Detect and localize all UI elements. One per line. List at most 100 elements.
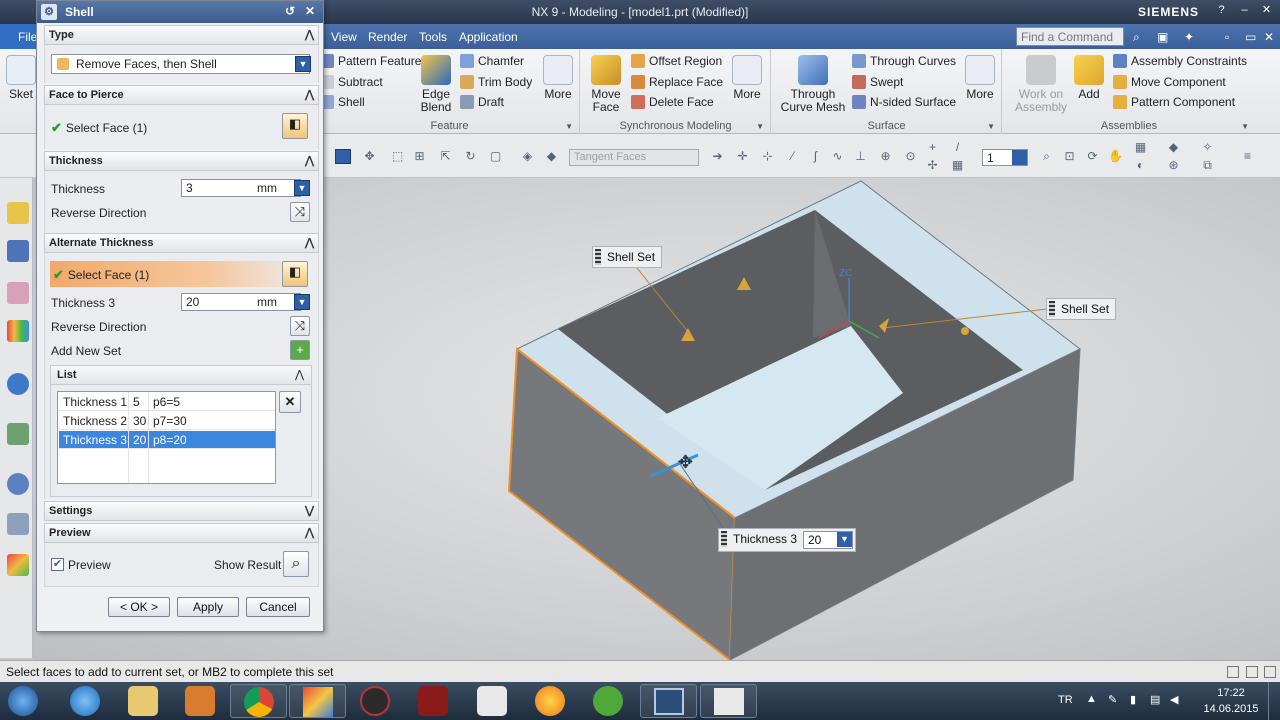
chrome-task[interactable] <box>230 684 287 718</box>
feature-more-button[interactable]: More <box>542 55 574 101</box>
volume-icon[interactable]: ◀ <box>1170 693 1178 706</box>
type-filter-dropdown[interactable] <box>335 149 351 164</box>
shell-set-callout-2[interactable]: Shell Set <box>1046 298 1117 320</box>
filter-icon[interactable]: ⊞ <box>412 149 427 164</box>
menu-application[interactable]: Application <box>459 30 518 44</box>
window-icon[interactable]: ▣ <box>1157 30 1168 44</box>
ok-button[interactable]: < OK > <box>108 597 170 617</box>
part-navigator-icon[interactable] <box>7 202 29 224</box>
center-icon[interactable]: ⊕ <box>878 149 893 164</box>
toggle-icon[interactable]: ✦ <box>1184 30 1194 44</box>
subtract-button[interactable]: Subtract <box>320 75 383 89</box>
delete-face-button[interactable]: Delete Face <box>631 95 714 109</box>
thickness-callout[interactable]: Thickness 3 20 ▼ <box>718 528 856 552</box>
intersect-icon[interactable]: ✢ <box>925 158 940 173</box>
add-component-button[interactable]: Add <box>1073 55 1105 101</box>
move-face-button[interactable]: Move Face <box>589 55 623 114</box>
arrow-icon[interactable]: ⇱ <box>438 149 453 164</box>
face-section-header[interactable]: Face to Pierce ⋀ <box>44 85 319 105</box>
through-curves-button[interactable]: Through Curves <box>852 54 956 68</box>
utorrent-icon[interactable] <box>593 686 623 716</box>
preview-checkbox[interactable]: ✔ <box>51 558 64 571</box>
vlc-icon[interactable] <box>535 686 565 716</box>
internet-explorer-icon[interactable] <box>70 686 100 716</box>
preview-section-header[interactable]: Preview ⋀ <box>44 523 319 543</box>
plus-icon[interactable]: + <box>925 140 940 155</box>
reuse-library-icon[interactable] <box>7 320 29 342</box>
thickness-spin-icon[interactable]: ▼ <box>294 180 310 196</box>
replace-face-button[interactable]: Replace Face <box>631 75 723 89</box>
face-select-row[interactable]: ✔ Select Face (1) <box>51 120 147 136</box>
zoom-icon[interactable]: ⌕ <box>1039 149 1054 164</box>
show-result-button[interactable]: ⌕ <box>283 551 309 577</box>
roles-icon[interactable] <box>7 554 29 576</box>
sync-more-button[interactable]: More <box>731 55 763 101</box>
orbit-icon[interactable]: ⟳ <box>1085 149 1100 164</box>
tray-expand-icon[interactable]: ▲ <box>1086 693 1097 705</box>
status-icon-2[interactable] <box>1246 666 1258 678</box>
grid-icon[interactable]: ⊹ <box>760 149 775 164</box>
process-studio-icon[interactable] <box>7 513 29 535</box>
cross-icon[interactable]: ✛ <box>735 149 750 164</box>
start-button-icon[interactable] <box>8 686 38 716</box>
close-doc-icon[interactable]: ✕ <box>1264 30 1274 44</box>
file-explorer-icon[interactable] <box>128 686 158 716</box>
body-select-icon[interactable]: ◆ <box>544 149 559 164</box>
history-icon[interactable] <box>7 423 29 445</box>
move-component-button[interactable]: Move Component <box>1113 75 1226 89</box>
nx-task[interactable] <box>289 684 346 718</box>
remove-row-button[interactable]: ✕ <box>279 391 301 413</box>
apply-button[interactable]: Apply <box>177 597 239 617</box>
maximize-icon[interactable]: ▭ <box>1245 30 1256 44</box>
camtasia-icon[interactable] <box>360 686 390 716</box>
type-dropdown-chevron-icon[interactable]: ▼ <box>295 56 311 72</box>
assemblies-group-chevron-icon[interactable]: ▼ <box>1241 122 1249 131</box>
type-dropdown[interactable]: Remove Faces, then Shell ▼ <box>51 54 311 74</box>
monitor-task[interactable] <box>640 684 697 718</box>
alt-face-select-row[interactable]: ✔ Select Face (1) <box>50 261 312 287</box>
cube-icon[interactable]: ◆ <box>1166 140 1181 155</box>
n-sided-surface-button[interactable]: N-sided Surface <box>852 95 956 109</box>
work-on-assembly-button[interactable]: Work on Assembly <box>1013 55 1069 114</box>
status-icon-1[interactable] <box>1227 666 1239 678</box>
box-select-icon[interactable]: ▢ <box>488 149 503 164</box>
clock-time[interactable]: 17:22 <box>1205 687 1257 699</box>
view-icon[interactable]: ⊛ <box>1166 158 1181 173</box>
grip-icon[interactable] <box>595 249 601 265</box>
sketch-button[interactable]: Sket <box>6 55 36 101</box>
tray-icon-1[interactable]: ✎ <box>1108 693 1117 706</box>
shade-icon[interactable]: ◐ <box>1133 158 1148 173</box>
flash-icon[interactable] <box>418 686 448 716</box>
surface-more-button[interactable]: More <box>964 55 996 101</box>
sync-group-chevron-icon[interactable]: ▼ <box>756 122 764 131</box>
web-browser-icon[interactable] <box>7 373 29 395</box>
status-icon-3[interactable] <box>1264 666 1276 678</box>
assembly-navigator-icon[interactable] <box>7 240 29 262</box>
through-curve-mesh-button[interactable]: Through Curve Mesh <box>780 55 846 114</box>
point-icon[interactable]: / <box>950 140 965 155</box>
layer-dropdown-chevron-icon[interactable] <box>1012 150 1027 165</box>
table-icon[interactable]: ▦ <box>950 158 965 173</box>
alt-thickness-input[interactable]: 20 mm <box>181 293 301 311</box>
restore-icon[interactable]: ▫ <box>1225 30 1229 44</box>
assembly-constraints-button[interactable]: Assembly Constraints <box>1113 54 1247 68</box>
alt-thickness-spin-icon[interactable]: ▼ <box>294 294 310 310</box>
list-section-header[interactable]: List ⋀ <box>50 365 312 385</box>
select-icon[interactable]: ⬚ <box>390 149 405 164</box>
clock-date[interactable]: 14.06.2015 <box>1201 703 1261 715</box>
fit-icon[interactable]: ⊡ <box>1062 149 1077 164</box>
swept-button[interactable]: Swept <box>852 75 903 89</box>
chamfer-button[interactable]: Chamfer <box>460 54 524 68</box>
table-row[interactable]: Thickness 2 30 p7=30 <box>59 412 275 430</box>
alt-select-face-button[interactable]: ◧ <box>282 261 308 287</box>
toolbar-menu-icon[interactable]: ≡ <box>1240 149 1255 164</box>
pattern-feature-button[interactable]: Pattern Feature <box>320 54 421 68</box>
rotate-icon[interactable]: ↻ <box>463 149 478 164</box>
media-player-icon[interactable] <box>185 686 215 716</box>
line-icon[interactable]: ⁄ <box>785 149 800 164</box>
thickness-input[interactable]: 3 mm <box>181 179 301 197</box>
command-finder-input[interactable]: Find a Command <box>1016 27 1124 46</box>
menu-tools[interactable]: Tools <box>419 30 447 44</box>
type-section-header[interactable]: Type ⋀ <box>44 25 319 45</box>
handle-point[interactable] <box>961 327 969 335</box>
